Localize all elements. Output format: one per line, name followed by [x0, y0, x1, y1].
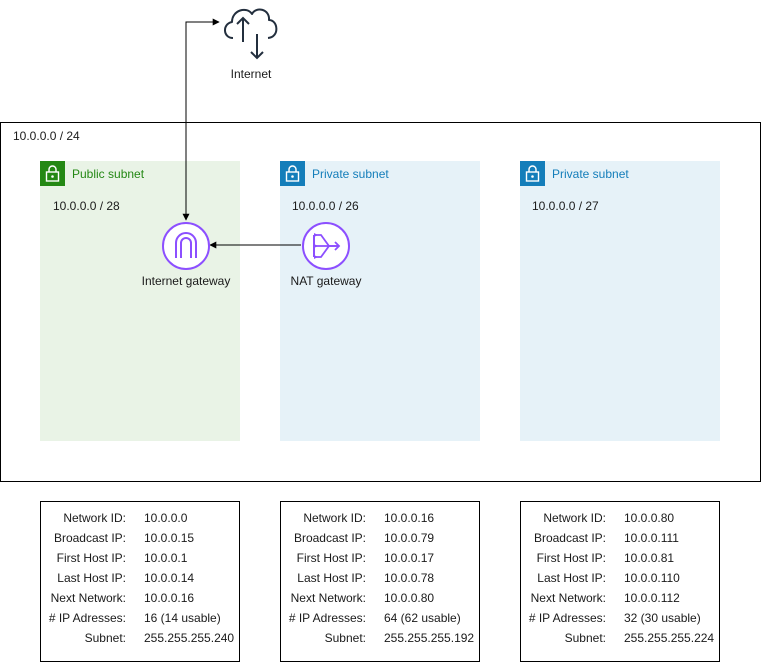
info-key: Next Network:: [50, 591, 126, 605]
info-row: Network ID: 10.0.0.80: [521, 508, 719, 528]
info-value: 10.0.0.14: [144, 571, 195, 585]
info-key: Broadcast IP:: [53, 531, 126, 545]
subnet-header: Public subnet: [40, 161, 144, 186]
info-value: 64 (62 usable): [384, 611, 461, 625]
internet-label: Internet: [230, 67, 272, 81]
info-row: First Host IP: 10.0.0.1: [41, 548, 239, 568]
info-value: 10.0.0.80: [624, 511, 675, 525]
internet-gateway-label: Internet gateway: [141, 274, 231, 288]
nat-gateway-icon: [302, 222, 350, 270]
info-row: Network ID: 10.0.0.0: [41, 508, 239, 528]
info-value: 255.255.255.192: [384, 631, 475, 645]
info-key: Subnet:: [84, 631, 126, 645]
info-value: 255.255.255.224: [624, 631, 715, 645]
info-value: 10.0.0.78: [384, 571, 435, 585]
info-value: 10.0.0.80: [384, 591, 435, 605]
vpc-cidr-label: 10.0.0.0 / 24: [13, 129, 80, 143]
info-value: 10.0.0.15: [144, 531, 195, 545]
info-row: # IP Adresses: 16 (14 usable): [41, 608, 239, 628]
subnet-lock-badge: [40, 161, 65, 186]
info-key: Network ID:: [543, 511, 606, 525]
nat-gateway-node: [301, 221, 351, 271]
subnet-cidr: 10.0.0.0 / 28: [53, 199, 120, 213]
lock-icon: [525, 165, 540, 182]
subnet-cidr: 10.0.0.0 / 27: [532, 199, 599, 213]
info-row: Subnet: 255.255.255.192: [281, 628, 479, 648]
info-row: First Host IP: 10.0.0.81: [521, 548, 719, 568]
info-value: 10.0.0.16: [384, 511, 435, 525]
info-key: First Host IP:: [56, 551, 126, 565]
info-value: 10.0.0.79: [384, 531, 435, 545]
info-value: 10.0.0.112: [624, 591, 680, 605]
internet-gateway-icon: [162, 222, 210, 270]
info-key: Network ID:: [63, 511, 126, 525]
info-key: Last Host IP:: [57, 571, 126, 585]
info-row: # IP Adresses: 32 (30 usable): [521, 608, 719, 628]
public-subnet: Public subnet 10.0.0.0 / 28: [40, 161, 240, 441]
subnet-info-box-1: Network ID: 10.0.0.0 Broadcast IP: 10.0.0.…: [40, 501, 240, 662]
info-key: Last Host IP:: [537, 571, 606, 585]
info-key: Next Network:: [530, 591, 606, 605]
internet-node: [219, 0, 283, 64]
cloud-upload-download-icon: [224, 8, 278, 60]
info-key: First Host IP:: [536, 551, 606, 565]
info-value: 32 (30 usable): [624, 611, 701, 625]
info-row: Last Host IP: 10.0.0.78: [281, 568, 479, 588]
info-row: Next Network: 10.0.0.112: [521, 588, 719, 608]
info-value: 10.0.0.17: [384, 551, 435, 565]
info-row: Last Host IP: 10.0.0.14: [41, 568, 239, 588]
info-row: Broadcast IP: 10.0.0.79: [281, 528, 479, 548]
info-row: Broadcast IP: 10.0.0.111: [521, 528, 719, 548]
subnet-lock-badge: [520, 161, 545, 186]
subnet-header: Private subnet: [280, 161, 389, 186]
info-value: 10.0.0.16: [144, 591, 195, 605]
subnet-title: Public subnet: [72, 166, 145, 181]
info-key: Subnet:: [564, 631, 606, 645]
private-subnet-1: Private subnet 10.0.0.0 / 26: [280, 161, 480, 441]
info-value: 10.0.0.0: [144, 511, 188, 525]
info-value: 10.0.0.1: [144, 551, 188, 565]
info-key: # IP Adresses:: [48, 611, 126, 625]
subnet-info-box-3: Network ID: 10.0.0.80 Broadcast IP: 10.0.0…: [520, 501, 720, 662]
info-key: Broadcast IP:: [533, 531, 606, 545]
info-key: # IP Adresses:: [288, 611, 366, 625]
info-value: 10.0.0.111: [624, 531, 679, 545]
info-value: 10.0.0.81: [624, 551, 675, 565]
info-row: Subnet: 255.255.255.224: [521, 628, 719, 648]
info-key: Last Host IP:: [297, 571, 366, 585]
info-row: Broadcast IP: 10.0.0.15: [41, 528, 239, 548]
subnet-lock-badge: [280, 161, 305, 186]
info-row: Subnet: 255.255.255.240: [41, 628, 239, 648]
subnet-title: Private subnet: [552, 166, 629, 181]
info-row: Network ID: 10.0.0.16: [281, 508, 479, 528]
subnet-cidr: 10.0.0.0 / 26: [292, 199, 359, 213]
info-value: 10.0.0.110: [624, 571, 680, 585]
subnet-title: Private subnet: [312, 166, 389, 181]
nat-gateway-label: NAT gateway: [290, 274, 362, 288]
subnet-info-box-2: Network ID: 10.0.0.16 Broadcast IP: 10.0.0…: [280, 501, 480, 662]
info-row: Next Network: 10.0.0.80: [281, 588, 479, 608]
subnet-header: Private subnet: [520, 161, 629, 186]
info-value: 255.255.255.240: [144, 631, 235, 645]
info-row: Next Network: 10.0.0.16: [41, 588, 239, 608]
internet-gateway-node: [161, 221, 211, 271]
private-subnet-2: Private subnet 10.0.0.0 / 27: [520, 161, 720, 441]
info-row: # IP Adresses: 64 (62 usable): [281, 608, 479, 628]
info-row: Last Host IP: 10.0.0.110: [521, 568, 719, 588]
lock-icon: [285, 165, 300, 182]
info-key: Network ID:: [303, 511, 366, 525]
lock-icon: [45, 165, 60, 182]
info-key: Next Network:: [290, 591, 366, 605]
info-key: First Host IP:: [296, 551, 366, 565]
info-row: First Host IP: 10.0.0.17: [281, 548, 479, 568]
info-value: 16 (14 usable): [144, 611, 221, 625]
info-key: Subnet:: [324, 631, 366, 645]
info-key: Broadcast IP:: [293, 531, 366, 545]
info-key: # IP Adresses:: [528, 611, 606, 625]
